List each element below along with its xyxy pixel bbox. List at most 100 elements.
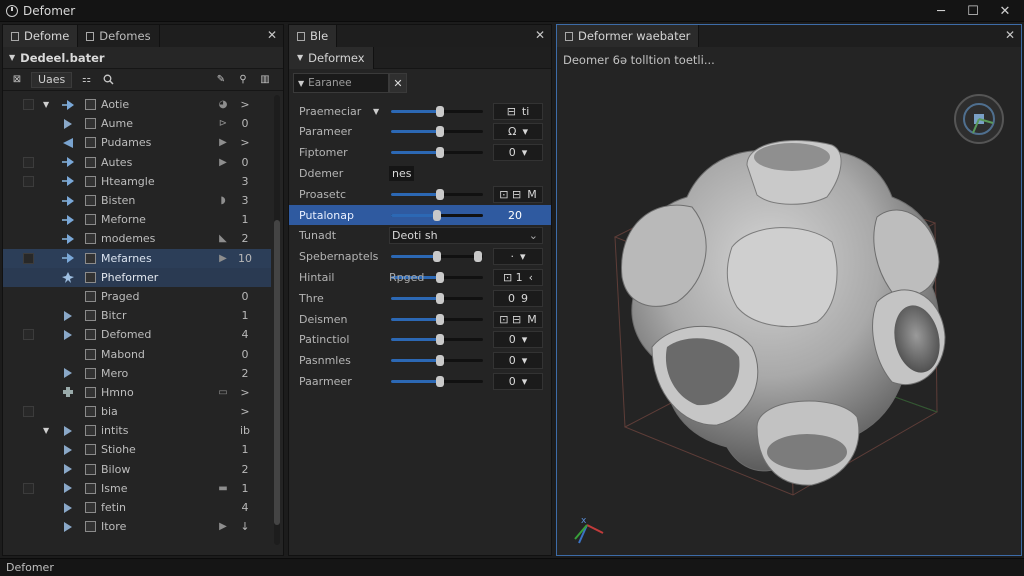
property-row[interactable]: Pasnmles 0 ▾ xyxy=(289,351,551,371)
outliner-row[interactable]: Isme ▬ 1 xyxy=(3,479,271,498)
property-value-field[interactable]: ⊡ 1 ‹ xyxy=(493,268,543,286)
property-value-field[interactable]: ⊡ ⊟ M xyxy=(493,185,543,203)
outliner-row[interactable]: Mero 2 xyxy=(3,364,271,383)
row-checkbox[interactable] xyxy=(85,137,96,149)
slider-knob[interactable] xyxy=(435,271,444,283)
property-row[interactable]: Fiptomer 0 ▾ xyxy=(289,143,551,163)
slider-knob[interactable] xyxy=(435,105,444,117)
outliner-header[interactable]: ▼ Dedeel.bater xyxy=(3,47,283,69)
outliner-row[interactable]: ▼ intits ib xyxy=(3,421,271,440)
outliner-row[interactable]: Autes ▶ 0 xyxy=(3,153,271,172)
outliner-scrollbar[interactable] xyxy=(274,95,280,545)
viewport-panel[interactable]: Deformer waebater ✕ Deomer 6ə tolltion t… xyxy=(556,24,1022,556)
property-slider[interactable] xyxy=(391,334,483,346)
outliner-row[interactable]: Hteamgle 3 xyxy=(3,172,271,191)
tab-defomes[interactable]: Defomes xyxy=(78,25,160,47)
close-panel-button[interactable]: ✕ xyxy=(267,28,277,42)
row-checkbox[interactable] xyxy=(85,99,96,111)
property-slider[interactable] xyxy=(391,313,483,325)
slider-knob[interactable] xyxy=(435,334,444,346)
property-value-field[interactable]: 0 ▾ xyxy=(493,352,543,370)
close-window-button[interactable]: ✕ xyxy=(990,0,1020,22)
outliner-row[interactable]: Defomed 4 xyxy=(3,325,271,344)
view-gizmo[interactable] xyxy=(954,94,1004,144)
visibility-toggle[interactable] xyxy=(23,406,34,418)
outliner-row[interactable]: Meforne 1 xyxy=(3,210,271,229)
property-value-field[interactable]: 20 xyxy=(493,207,543,224)
property-value-field[interactable]: 0 ▾ xyxy=(493,331,543,349)
pin-icon[interactable]: ⚲ xyxy=(235,72,251,88)
tab-deformer-viewport[interactable]: Deformer waebater xyxy=(557,25,700,47)
property-slider[interactable] xyxy=(391,147,483,159)
close-panel-button[interactable]: ✕ xyxy=(535,28,545,42)
row-checkbox[interactable] xyxy=(85,290,96,302)
slider-knob[interactable] xyxy=(433,251,441,263)
outliner-row[interactable]: ▼ Aotie ◕ > xyxy=(3,95,271,114)
property-row[interactable]: Hintail Rpged ⊡ 1 ‹ xyxy=(289,267,551,287)
property-value-field[interactable]: Ω ▾ xyxy=(493,123,543,141)
property-row[interactable]: Deismen ⊡ ⊟ M xyxy=(289,309,551,329)
property-row[interactable]: Putalonap 20 xyxy=(289,205,551,225)
slider-knob[interactable] xyxy=(435,292,444,304)
maximize-button[interactable]: ☐ xyxy=(958,0,988,22)
property-row[interactable]: Thre 0 9 xyxy=(289,288,551,308)
property-row[interactable]: Paarmeer 0 ▾ xyxy=(289,371,551,391)
book-icon[interactable]: ▥ xyxy=(257,72,273,88)
property-slider[interactable] xyxy=(391,105,483,117)
row-checkbox[interactable] xyxy=(85,329,96,341)
tab-deformex[interactable]: ▼ Deformex xyxy=(289,46,374,69)
brush-icon[interactable]: ✎ xyxy=(213,72,229,88)
row-checkbox[interactable] xyxy=(85,175,96,187)
visibility-toggle[interactable] xyxy=(23,175,34,187)
row-checkbox[interactable] xyxy=(85,252,96,264)
row-checkbox[interactable] xyxy=(85,233,96,245)
property-row[interactable]: Spebernaptels · ▾ xyxy=(289,247,551,267)
outliner-row[interactable]: Pudames ▶ > xyxy=(3,133,271,152)
property-row[interactable]: Praemeciar ▼ ⊟ ti xyxy=(289,101,551,121)
row-checkbox[interactable] xyxy=(85,386,96,398)
property-text-field[interactable]: Deoti sh ⌄ xyxy=(389,227,543,245)
row-checkbox[interactable] xyxy=(85,444,96,456)
property-row[interactable]: Ddemer nes xyxy=(289,163,551,183)
row-checkbox[interactable] xyxy=(85,310,96,322)
clear-search-button[interactable]: ✕ xyxy=(389,73,407,93)
visibility-toggle[interactable] xyxy=(23,252,34,264)
property-value-field[interactable]: 09 xyxy=(493,289,543,307)
row-checkbox[interactable] xyxy=(85,406,96,418)
row-checkbox[interactable] xyxy=(85,271,96,283)
viewport-canvas[interactable]: x xyxy=(557,47,1021,555)
row-checkbox[interactable] xyxy=(85,118,96,130)
expand-caret-icon[interactable]: ▼ xyxy=(43,100,49,109)
property-value[interactable]: nes xyxy=(389,165,415,181)
outliner-row[interactable]: Hmno ▭ > xyxy=(3,383,271,402)
slider-knob[interactable] xyxy=(433,209,441,221)
outliner-row[interactable]: modemes ◣ 2 xyxy=(3,229,271,248)
visibility-toggle[interactable] xyxy=(23,482,34,494)
property-search-input[interactable]: ▼ Earanee xyxy=(293,73,389,93)
filter-chip[interactable]: Uaes xyxy=(31,71,73,88)
visibility-toggle[interactable] xyxy=(23,329,34,341)
slider-knob[interactable] xyxy=(435,375,444,387)
property-slider[interactable] xyxy=(391,209,483,221)
property-slider[interactable] xyxy=(391,375,483,387)
filter-toggle-icon[interactable]: ⊠ xyxy=(9,72,25,88)
dropdown-caret-icon[interactable]: ⌄ xyxy=(529,229,538,242)
row-checkbox[interactable] xyxy=(85,425,96,437)
property-value-field[interactable]: 0 ▾ xyxy=(493,372,543,390)
outliner-row[interactable]: Praged 0 xyxy=(3,287,271,306)
property-value-field[interactable]: 0 ▾ xyxy=(493,144,543,162)
property-slider[interactable] xyxy=(391,251,483,263)
visibility-toggle[interactable] xyxy=(23,156,34,168)
hierarchy-icon[interactable]: ⚏ xyxy=(78,72,94,88)
row-checkbox[interactable] xyxy=(85,348,96,360)
close-panel-button[interactable]: ✕ xyxy=(1005,28,1015,42)
outliner-row[interactable]: Pheformer xyxy=(3,267,271,287)
outliner-row[interactable]: Stiohe 1 xyxy=(3,440,271,459)
minimize-button[interactable]: ─ xyxy=(926,0,956,22)
outliner-row[interactable]: Bilow 2 xyxy=(3,460,271,479)
dropdown-caret-icon[interactable]: ▼ xyxy=(373,107,379,116)
search-icon[interactable] xyxy=(100,72,116,88)
outliner-row[interactable]: Bitcr 1 xyxy=(3,306,271,325)
row-checkbox[interactable] xyxy=(85,502,96,514)
property-value-field[interactable]: ⊡ ⊟ M xyxy=(493,310,543,328)
